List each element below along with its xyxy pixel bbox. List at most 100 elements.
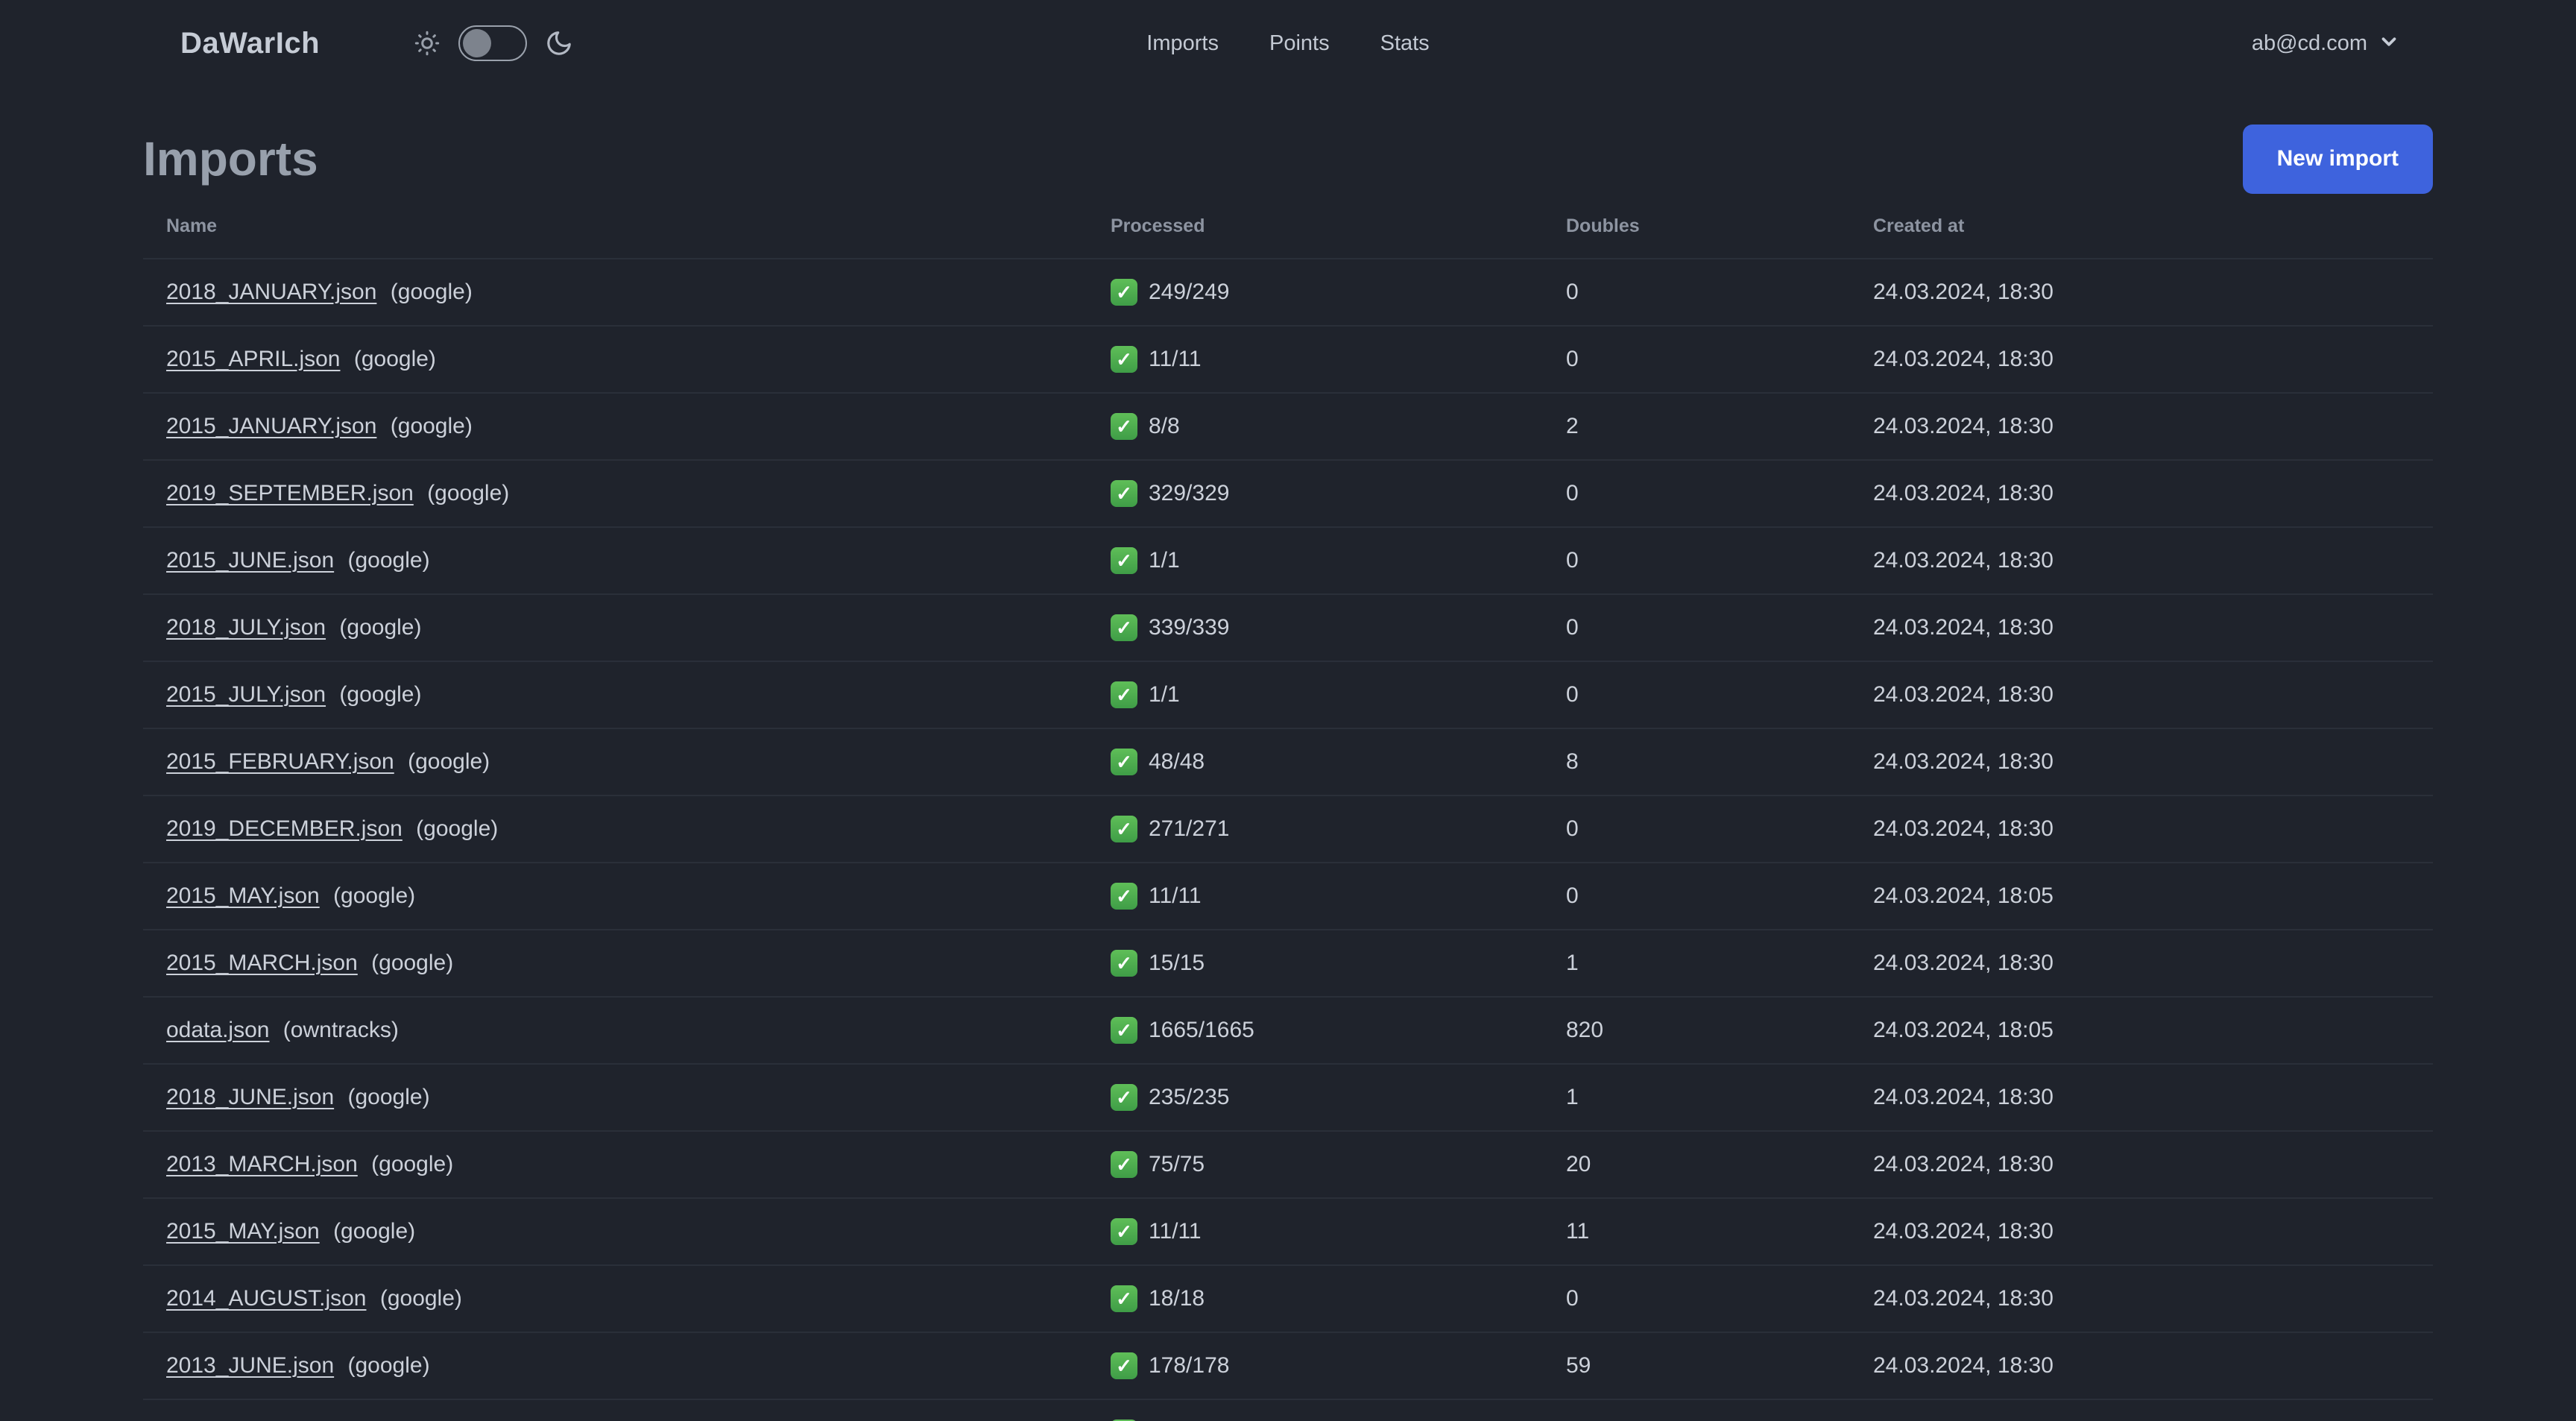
- success-check-icon: [1111, 279, 1137, 306]
- table-row: [143, 1399, 2433, 1421]
- success-check-icon: [1111, 547, 1137, 574]
- import-file-link[interactable]: 2018_JULY.json: [166, 615, 326, 640]
- name-cell: 2015_JUNE.json (google): [166, 548, 1111, 573]
- import-file-link[interactable]: 2015_JULY.json: [166, 682, 326, 707]
- processed-cell: 235/235: [1111, 1084, 1566, 1111]
- name-cell: 2015_JANUARY.json (google): [166, 414, 1111, 439]
- doubles-cell: 11: [1566, 1219, 1590, 1244]
- import-file-link[interactable]: 2018_JANUARY.json: [166, 280, 376, 304]
- import-file-link[interactable]: 2015_MAY.json: [166, 883, 320, 908]
- sun-icon: [414, 30, 441, 57]
- app-logo[interactable]: DaWarIch: [180, 27, 320, 60]
- processed-count: 8/8: [1149, 414, 1180, 438]
- processed-count: 1665/1665: [1149, 1018, 1254, 1042]
- table-row: 2015_JUNE.json (google) 1/1 0 24.03.2024…: [143, 526, 2433, 593]
- table-row: 2013_MARCH.json (google) 75/75 20 24.03.…: [143, 1130, 2433, 1197]
- new-import-button[interactable]: New import: [2242, 124, 2433, 194]
- doubles-cell: 1: [1566, 951, 1579, 975]
- nav-imports[interactable]: Imports: [1146, 31, 1219, 56]
- table-row: 2015_JULY.json (google) 1/1 0 24.03.2024…: [143, 661, 2433, 728]
- name-cell: 2015_MARCH.json (google): [166, 951, 1111, 976]
- chevron-down-icon: [2378, 31, 2400, 57]
- name-cell: 2018_JANUARY.json (google): [166, 280, 1111, 305]
- import-file-link[interactable]: 2013_JUNE.json: [166, 1353, 334, 1378]
- moon-icon: [545, 29, 573, 57]
- account-menu[interactable]: ab@cd.com: [2252, 0, 2400, 86]
- name-cell: 2015_MAY.json (google): [166, 883, 1111, 909]
- success-check-icon: [1111, 681, 1137, 708]
- import-file-link[interactable]: 2018_JUNE.json: [166, 1085, 334, 1109]
- theme-toggle[interactable]: [458, 25, 528, 61]
- name-cell: 2013_JUNE.json (google): [166, 1353, 1111, 1379]
- import-file-link[interactable]: 2015_JANUARY.json: [166, 414, 376, 438]
- success-check-icon: [1111, 816, 1137, 842]
- doubles-cell: 0: [1566, 816, 1579, 841]
- doubles-cell: 0: [1566, 280, 1579, 304]
- import-source-label: (owntracks): [282, 1018, 399, 1042]
- success-check-icon: [1111, 1285, 1137, 1312]
- import-source-label: (google): [333, 883, 416, 908]
- table-body: 2018_JANUARY.json (google) 249/249 0 24.…: [143, 258, 2433, 1421]
- theme-switcher: [414, 25, 573, 61]
- page-title: Imports: [143, 132, 318, 186]
- column-header-name: Name: [166, 215, 218, 236]
- processed-count: 1/1: [1149, 682, 1180, 707]
- column-header-processed: Processed: [1111, 215, 1205, 236]
- name-cell: 2018_JULY.json (google): [166, 615, 1111, 640]
- table-row: 2015_MAY.json (google) 11/11 11 24.03.20…: [143, 1197, 2433, 1264]
- import-file-link[interactable]: odata.json: [166, 1018, 269, 1042]
- processed-cell: 178/178: [1111, 1352, 1566, 1379]
- success-check-icon: [1111, 1017, 1137, 1044]
- import-file-link[interactable]: 2015_JUNE.json: [166, 548, 334, 573]
- import-file-link[interactable]: 2014_AUGUST.json: [166, 1286, 366, 1311]
- created-at-cell: 24.03.2024, 18:30: [1873, 548, 2053, 573]
- theme-toggle-knob[interactable]: [463, 29, 492, 57]
- name-cell: 2015_FEBRUARY.json (google): [166, 749, 1111, 775]
- success-check-icon: [1111, 950, 1137, 977]
- column-header-doubles: Doubles: [1566, 215, 1640, 236]
- import-file-link[interactable]: 2015_MAY.json: [166, 1219, 320, 1244]
- table-row: 2013_JUNE.json (google) 178/178 59 24.03…: [143, 1332, 2433, 1399]
- import-file-link[interactable]: 2013_MARCH.json: [166, 1152, 358, 1176]
- topbar: DaWarIch Imports Points Stats ab@cd.com: [0, 0, 2576, 86]
- import-source-label: (google): [353, 347, 436, 371]
- import-file-link[interactable]: 2015_APRIL.json: [166, 347, 341, 371]
- processed-cell: 339/339: [1111, 614, 1566, 641]
- nav-stats[interactable]: Stats: [1380, 31, 1430, 56]
- import-source-label: (google): [347, 548, 430, 573]
- table-row: 2015_MARCH.json (google) 15/15 1 24.03.2…: [143, 929, 2433, 996]
- processed-cell: 8/8: [1111, 413, 1566, 440]
- doubles-cell: 0: [1566, 1286, 1579, 1311]
- import-file-link[interactable]: 2015_MARCH.json: [166, 951, 358, 975]
- import-file-link[interactable]: 2015_FEBRUARY.json: [166, 749, 394, 774]
- import-file-link[interactable]: 2019_SEPTEMBER.json: [166, 481, 414, 505]
- doubles-cell: 820: [1566, 1018, 1604, 1042]
- created-at-cell: 24.03.2024, 18:30: [1873, 615, 2053, 640]
- processed-cell: 11/11: [1111, 1218, 1566, 1245]
- table-row: 2018_JANUARY.json (google) 249/249 0 24.…: [143, 258, 2433, 325]
- doubles-cell: 1: [1566, 1085, 1579, 1109]
- success-check-icon: [1111, 614, 1137, 641]
- processed-cell: 75/75: [1111, 1151, 1566, 1178]
- name-cell: 2014_AUGUST.json (google): [166, 1286, 1111, 1311]
- import-source-label: (google): [390, 280, 473, 304]
- name-cell: 2019_DECEMBER.json (google): [166, 816, 1111, 842]
- import-file-link[interactable]: 2019_DECEMBER.json: [166, 816, 402, 841]
- table-row: 2018_JULY.json (google) 339/339 0 24.03.…: [143, 593, 2433, 661]
- processed-cell: 1/1: [1111, 547, 1566, 574]
- doubles-cell: 0: [1566, 548, 1579, 573]
- success-check-icon: [1111, 480, 1137, 507]
- table-row: 2018_JUNE.json (google) 235/235 1 24.03.…: [143, 1063, 2433, 1130]
- doubles-cell: 0: [1566, 481, 1579, 505]
- nav-points[interactable]: Points: [1269, 31, 1330, 56]
- import-source-label: (google): [390, 414, 473, 438]
- created-at-cell: 24.03.2024, 18:30: [1873, 816, 2053, 841]
- processed-cell: 11/11: [1111, 346, 1566, 373]
- import-source-label: (google): [371, 1152, 454, 1176]
- import-source-label: (google): [371, 951, 454, 975]
- processed-count: 75/75: [1149, 1152, 1205, 1176]
- imports-page: Imports New import Name Processed Double…: [143, 124, 2433, 1421]
- name-cell: 2015_APRIL.json (google): [166, 347, 1111, 372]
- column-header-created-at: Created at: [1873, 215, 1965, 236]
- processed-cell: 1665/1665: [1111, 1017, 1566, 1044]
